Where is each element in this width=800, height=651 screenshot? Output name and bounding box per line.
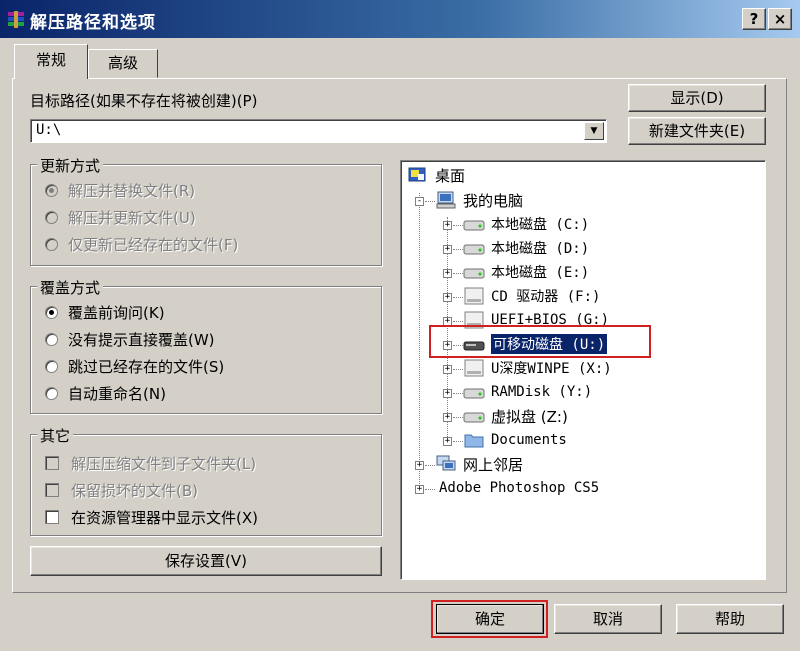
- checkbox-indicator[interactable]: [45, 456, 59, 470]
- hard-disk-icon: [463, 268, 485, 279]
- cancel-button[interactable]: 取消: [554, 604, 662, 634]
- check-keep-broken-files[interactable]: 保留损坏的文件(B): [45, 479, 198, 501]
- tree-node-drive-e[interactable]: 本地磁盘 (E:): [463, 261, 589, 283]
- expand-icon[interactable]: +: [443, 437, 452, 446]
- expand-icon[interactable]: +: [443, 245, 452, 254]
- title-bar[interactable]: 解压路径和选项 ? ×: [0, 0, 800, 38]
- window-title: 解压路径和选项: [30, 13, 156, 33]
- tree-node-my-computer[interactable]: 我的电脑: [435, 189, 523, 211]
- checkbox-indicator[interactable]: [45, 510, 59, 524]
- radio-overwrite-without-prompt[interactable]: 没有提示直接覆盖(W): [45, 328, 215, 350]
- tree-node-network[interactable]: 网上邻居: [435, 453, 523, 475]
- tree-node-drive-z[interactable]: 虚拟盘 (Z:): [463, 405, 568, 427]
- radio-indicator[interactable]: [45, 359, 58, 373]
- dest-path-combo[interactable]: U:\ ▼: [30, 119, 607, 143]
- radio-indicator[interactable]: [45, 332, 58, 346]
- hard-disk-icon: [463, 412, 485, 423]
- dest-path-label: 目标路径(如果不存在将被创建)(P): [30, 92, 258, 110]
- expand-icon[interactable]: +: [415, 485, 424, 494]
- overwrite-mode-group: 覆盖方式 覆盖前询问(K) 没有提示直接覆盖(W) 跳过已经存在的文件(S) 自…: [30, 277, 382, 414]
- overwrite-mode-title: 覆盖方式: [37, 277, 104, 298]
- radio-skip-existing[interactable]: 跳过已经存在的文件(S): [45, 355, 224, 377]
- computer-icon: [436, 191, 456, 209]
- radio-indicator[interactable]: [45, 237, 58, 251]
- radio-extract-replace[interactable]: 解压并替换文件(R): [45, 179, 195, 201]
- tree-node-drive-f[interactable]: CD 驱动器 (F:): [463, 285, 600, 307]
- tree-node-desktop[interactable]: 桌面: [407, 164, 465, 186]
- check-show-in-explorer[interactable]: 在资源管理器中显示文件(X): [45, 506, 258, 528]
- close-title-button[interactable]: ×: [768, 8, 792, 30]
- folder-icon: [464, 434, 484, 448]
- radio-indicator[interactable]: [45, 183, 58, 197]
- highlight-box-ok: [431, 600, 548, 638]
- tree-node-drive-x[interactable]: U深度WINPE (X:): [463, 357, 612, 379]
- expand-icon[interactable]: +: [443, 269, 452, 278]
- tree-node-drive-y[interactable]: RAMDisk (Y:): [463, 381, 592, 403]
- check-extract-to-subfolder[interactable]: 解压压缩文件到子文件夹(L): [45, 452, 256, 474]
- tree-node-drive-d[interactable]: 本地磁盘 (D:): [463, 237, 589, 259]
- radio-indicator[interactable]: [45, 210, 58, 224]
- misc-group: 其它 解压压缩文件到子文件夹(L) 保留损坏的文件(B) 在资源管理器中显示文件…: [30, 425, 382, 536]
- hard-disk-icon: [463, 388, 485, 399]
- misc-title: 其它: [37, 425, 74, 446]
- expand-icon[interactable]: +: [443, 413, 452, 422]
- expand-icon[interactable]: +: [443, 293, 452, 302]
- radio-auto-rename[interactable]: 自动重命名(N): [45, 382, 166, 404]
- save-settings-button[interactable]: 保存设置(V): [30, 546, 382, 576]
- tree-node-drive-c[interactable]: 本地磁盘 (C:): [463, 213, 589, 235]
- update-mode-title: 更新方式: [37, 155, 104, 176]
- expand-icon[interactable]: +: [443, 389, 452, 398]
- tree-node-documents[interactable]: Documents: [463, 429, 567, 451]
- checkbox-indicator[interactable]: [45, 483, 59, 497]
- expand-icon[interactable]: +: [443, 365, 452, 374]
- tab-general[interactable]: 常规: [14, 44, 88, 79]
- radio-indicator[interactable]: [45, 305, 58, 319]
- tab-advanced[interactable]: 高级: [88, 49, 158, 78]
- help-button[interactable]: 帮助: [676, 604, 784, 634]
- radio-indicator[interactable]: [45, 386, 58, 400]
- winrar-app-icon: [8, 11, 24, 28]
- expand-icon[interactable]: +: [415, 461, 424, 470]
- dropdown-arrow-icon[interactable]: ▼: [584, 122, 604, 140]
- expand-icon[interactable]: +: [443, 221, 452, 230]
- highlight-box-drive-u: [429, 325, 651, 358]
- hard-disk-icon: [463, 244, 485, 255]
- update-mode-group: 更新方式 解压并替换文件(R) 解压并更新文件(U) 仅更新已经存在的文件(F): [30, 155, 382, 266]
- tree-node-photoshop[interactable]: Adobe Photoshop CS5: [439, 477, 599, 499]
- radio-extract-update[interactable]: 解压并更新文件(U): [45, 206, 196, 228]
- folder-tree[interactable]: 桌面 - 我的电脑 + 本地磁盘 (C:) + 本地磁盘 (D:) + 本地磁盘…: [400, 160, 766, 580]
- new-folder-button[interactable]: 新建文件夹(E): [628, 117, 766, 145]
- collapse-icon[interactable]: -: [415, 197, 424, 206]
- radio-ask-before-overwrite[interactable]: 覆盖前询问(K): [45, 301, 165, 323]
- cd-drive-icon: [464, 287, 484, 305]
- dest-path-value: U:\: [36, 122, 62, 138]
- desktop-icon: [408, 167, 426, 182]
- help-title-button[interactable]: ?: [742, 8, 766, 30]
- show-button[interactable]: 显示(D): [628, 84, 766, 112]
- hard-disk-icon: [463, 220, 485, 231]
- radio-update-existing[interactable]: 仅更新已经存在的文件(F): [45, 233, 238, 255]
- network-icon: [436, 455, 456, 471]
- cd-drive-icon: [464, 359, 484, 377]
